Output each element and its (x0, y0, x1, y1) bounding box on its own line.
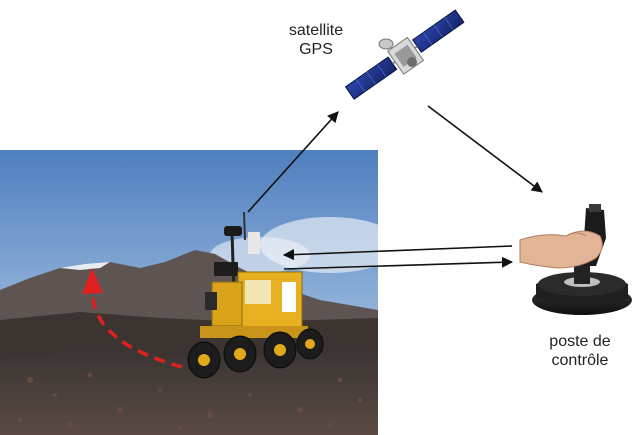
satellite-label-line2: GPS (299, 41, 333, 58)
satellite-gps-label: satellite GPS (266, 21, 366, 59)
control-label-line1: poste de (549, 333, 611, 350)
joystick-icon (519, 204, 632, 315)
control-label-line2: contrôle (551, 352, 609, 369)
satellite-label-line1: satellite (288, 22, 344, 39)
arrow-satellite-to-control (427, 105, 543, 193)
rover-photo (0, 150, 378, 435)
control-station-label: poste de contrôle (530, 332, 630, 370)
